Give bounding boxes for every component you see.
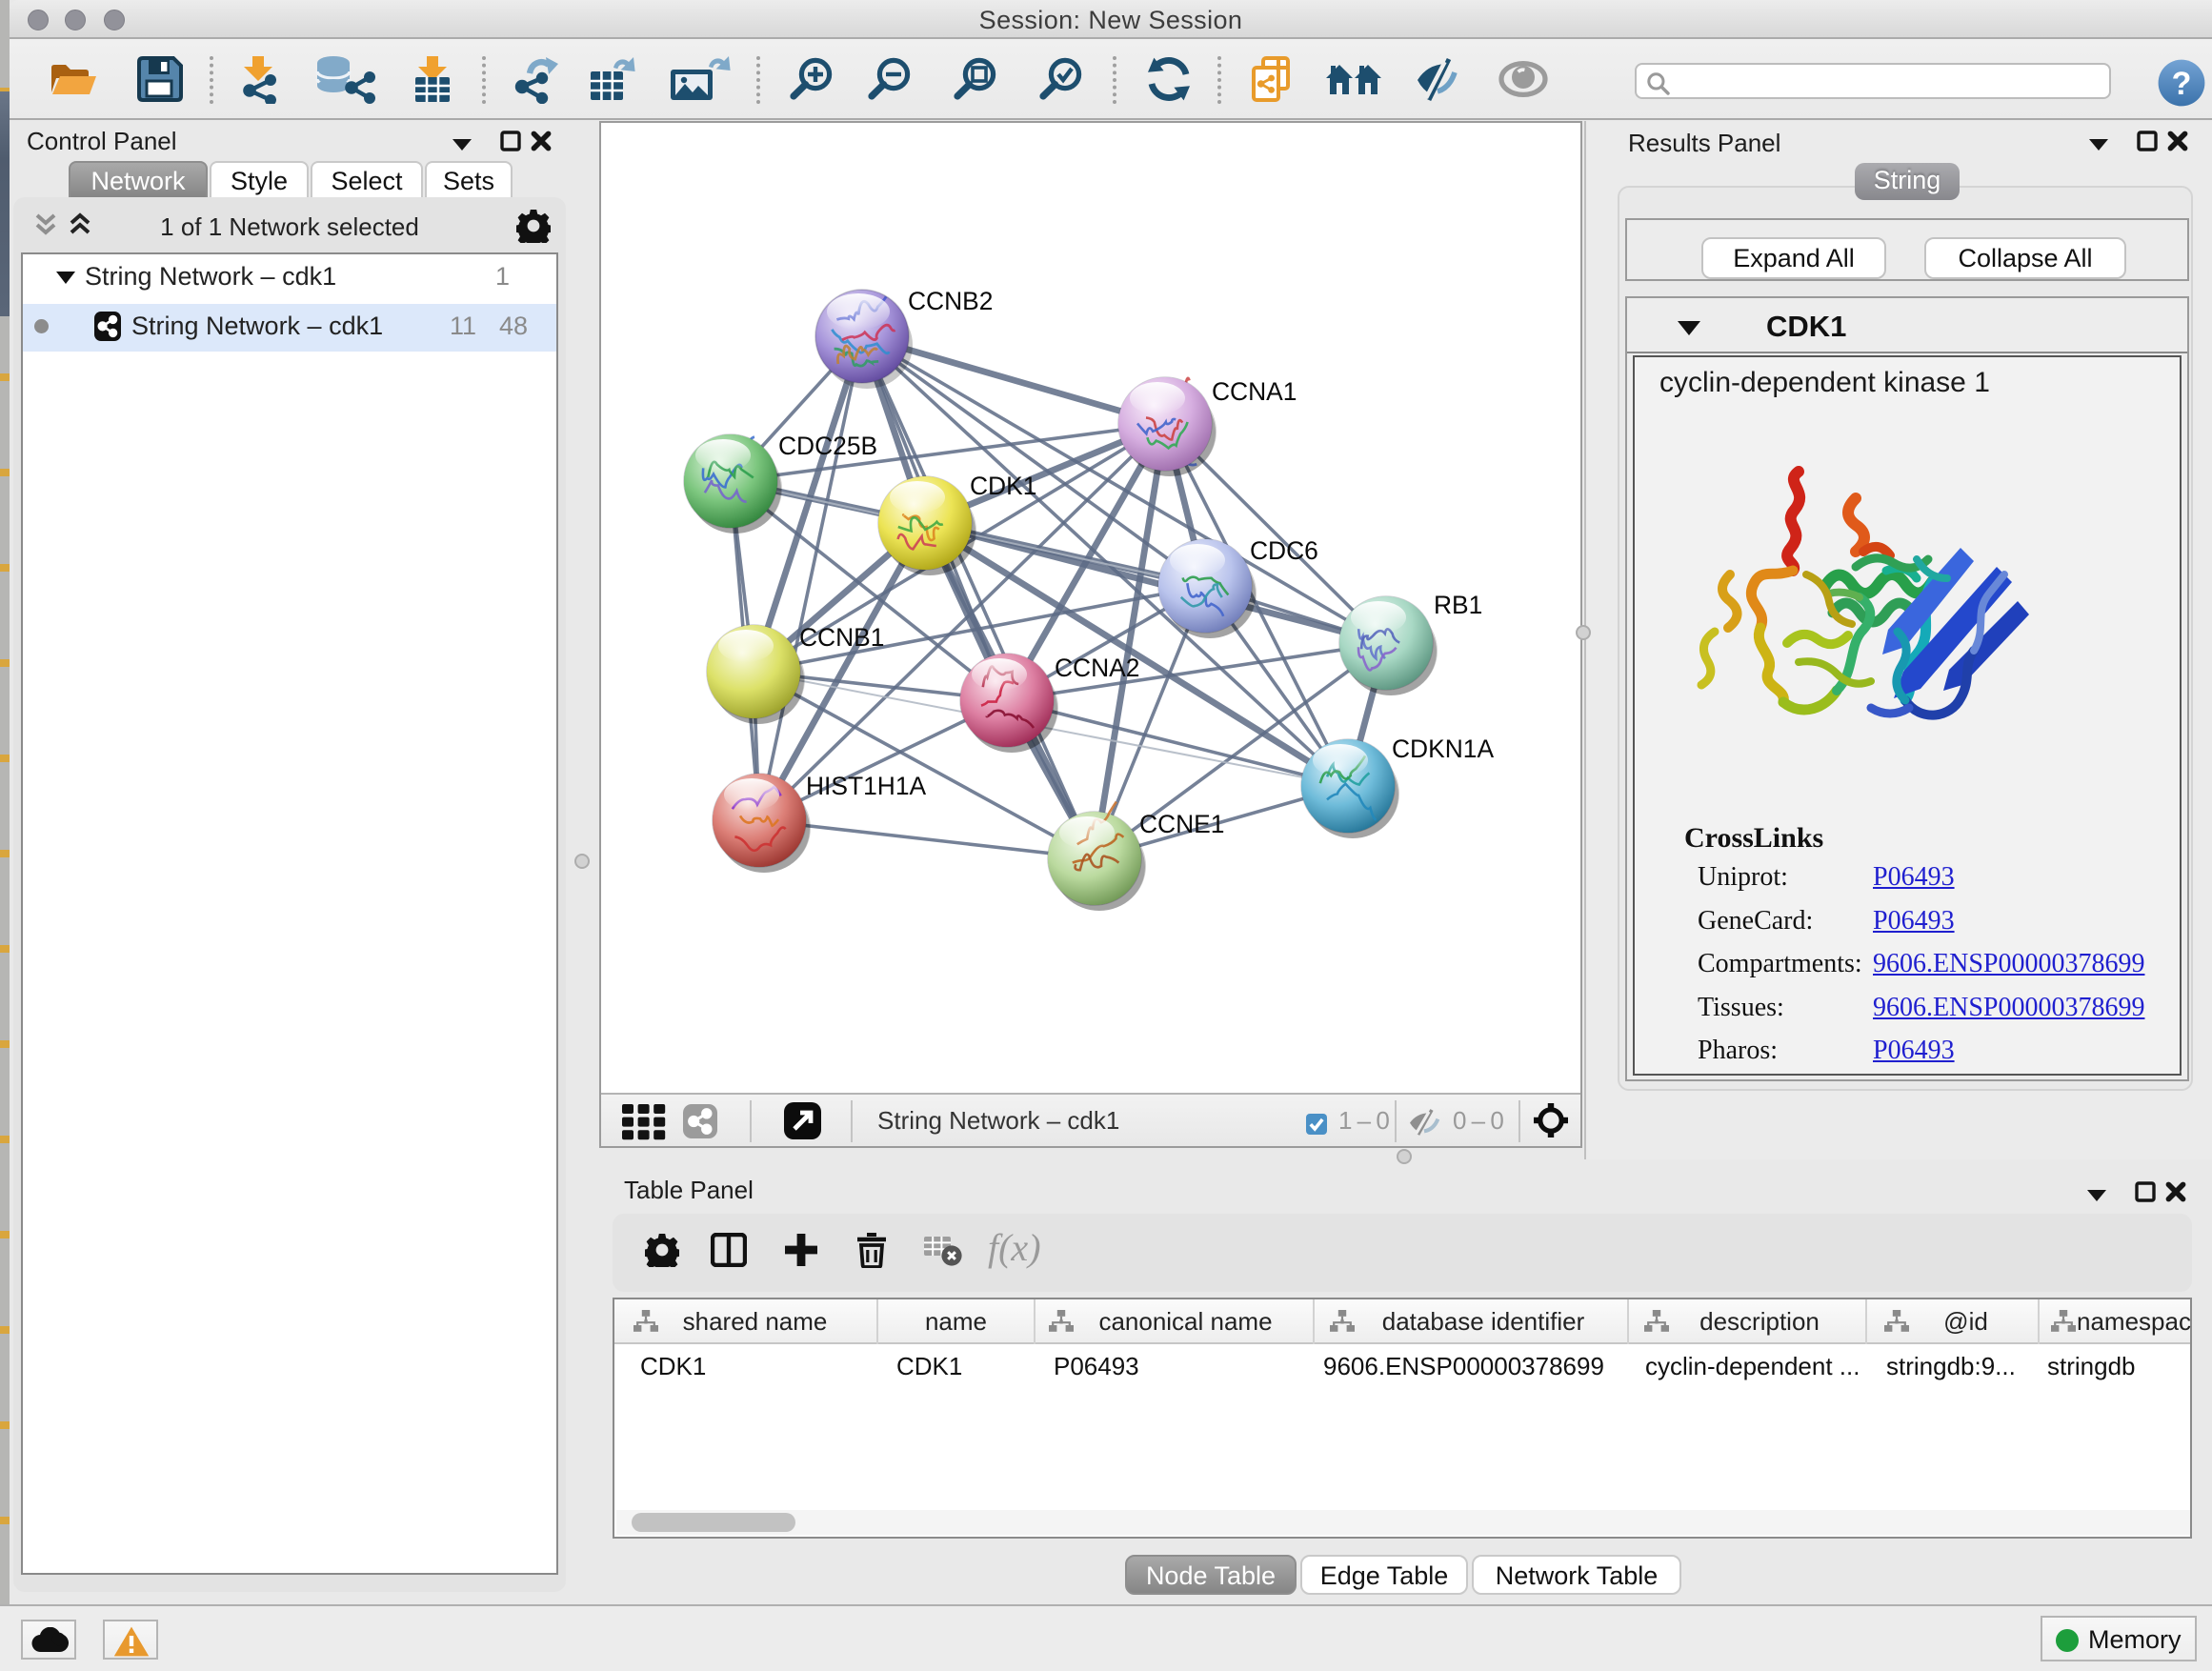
svg-text:CCNB1: CCNB1 <box>799 623 884 652</box>
svg-text:CDK1: CDK1 <box>970 472 1036 500</box>
svg-text:CCNA2: CCNA2 <box>1055 654 1139 682</box>
svg-text:RB1: RB1 <box>1434 591 1482 619</box>
svg-text:CCNE1: CCNE1 <box>1139 810 1224 838</box>
svg-text:CCNB2: CCNB2 <box>908 287 993 315</box>
svg-text:CCNA1: CCNA1 <box>1212 377 1297 406</box>
svg-text:?: ? <box>2172 66 2192 102</box>
svg-text:CDC25B: CDC25B <box>778 432 877 460</box>
svg-text:CDKN1A: CDKN1A <box>1392 735 1494 763</box>
svg-text:CDC6: CDC6 <box>1250 536 1318 565</box>
svg-text:HIST1H1A: HIST1H1A <box>806 772 927 800</box>
